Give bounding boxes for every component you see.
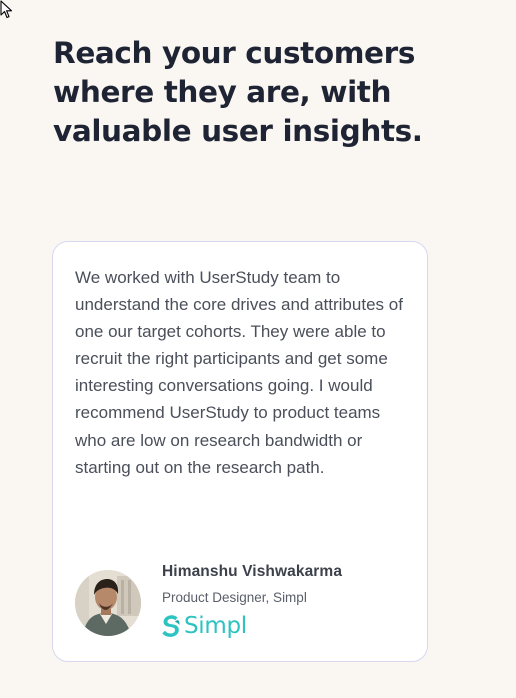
testimonial-card: We worked with UserStudy team to underst…	[52, 241, 428, 662]
author-avatar	[75, 570, 141, 636]
author-role: Product Designer, Simpl	[162, 590, 307, 605]
mouse-cursor-icon	[0, 0, 13, 19]
simpl-s-icon	[162, 615, 180, 637]
testimonial-quote: We worked with UserStudy team to underst…	[75, 268, 403, 477]
author-name: Himanshu Vishwakarma	[162, 563, 343, 580]
company-logo: Simpl	[161, 612, 247, 640]
company-logo-text: Simpl	[184, 613, 247, 639]
page-headline: Reach your customers where they are, wit…	[53, 36, 423, 148]
